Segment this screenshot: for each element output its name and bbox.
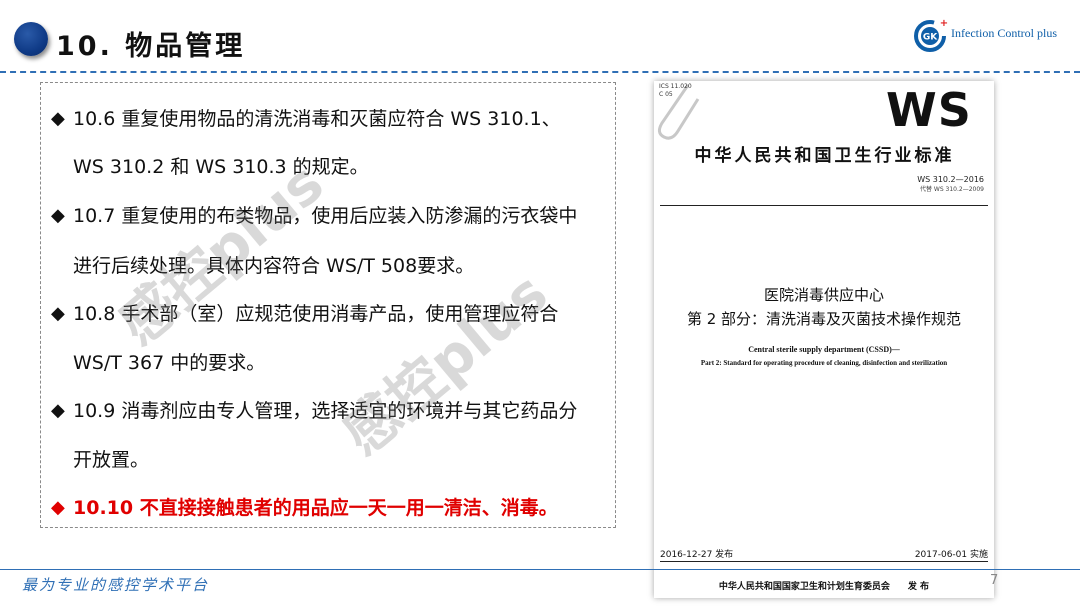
title-bullet-circle <box>14 22 48 56</box>
diamond-bullet-icon: ◆ <box>51 497 65 518</box>
bullet-line: 进行后续处理。具体内容符合 WS/T 508要求。 <box>73 255 475 277</box>
document-top-rule <box>660 205 988 206</box>
diamond-bullet-icon: ◆ <box>51 303 65 324</box>
footer-divider <box>0 569 1080 570</box>
page-title: 10. 物品管理 <box>56 31 246 62</box>
logo-mark-text: GK <box>923 33 938 43</box>
logo-text: Infection Control plus <box>951 26 1057 40</box>
document-publisher: 中华人民共和国国家卫生和计划生育委员会 发 布 <box>718 582 930 592</box>
footer-slogan: 最为专业的感控学术平台 <box>22 576 210 594</box>
bullet-line: 10.6 重复使用物品的清洗消毒和灭菌应符合 WS 310.1、 <box>73 108 561 130</box>
diamond-bullet-icon: ◆ <box>51 108 65 129</box>
bullet-line: WS 310.2 和 WS 310.3 的规定。 <box>73 156 369 178</box>
bullet-line: 10.8 手术部（室）应规范使用消毒产品，使用管理应符合 <box>73 303 559 325</box>
gk-logo-icon: GK + <box>914 18 948 52</box>
diamond-bullet-icon: ◆ <box>51 400 65 421</box>
issue-date: 2016-12-27 发布 <box>660 550 734 560</box>
page-number: 7 <box>990 573 999 588</box>
document-title-en-2: Part 2: Standard for operating procedure… <box>700 359 948 367</box>
ics-number: ICS 11.020 <box>659 83 692 90</box>
document-title-cn-2: 第 2 部分：清洗消毒及灭菌技术操作规范 <box>686 310 962 328</box>
replaces-code: 代替 WS 310.2—2009 <box>919 186 984 193</box>
svg-text:+: + <box>940 18 948 29</box>
content-box: ◆ 10.6 重复使用物品的清洗消毒和灭菌应符合 WS 310.1、 WS 31… <box>40 82 616 528</box>
standard-category-title: 中华人民共和国卫生行业标准 <box>694 146 955 166</box>
bullet-line: 10.7 重复使用的布类物品，使用后应装入防渗漏的污衣袋中 <box>73 205 578 227</box>
ws-logo: WS <box>886 83 972 137</box>
diamond-bullet-icon: ◆ <box>51 205 65 226</box>
bullet-line-highlight: 10.10 不直接接触患者的用品应一天一用一清洁、消毒。 <box>73 497 558 519</box>
standard-code: WS 310.2—2016 <box>917 175 984 184</box>
ccs-number: C 05 <box>659 91 673 98</box>
document-bottom-rule <box>660 561 988 562</box>
infection-control-plus-logo: GK + Infection Control plus <box>914 16 1074 56</box>
ics-code: ICS 11.020 C 05 <box>659 83 692 99</box>
bullet-line: 10.9 消毒剂应由专人管理，选择适宜的环境并与其它药品分 <box>73 400 578 422</box>
implement-date: 2017-06-01 实施 <box>914 550 988 560</box>
document-title-en-1: Central sterile supply department (CSSD)… <box>748 345 900 354</box>
document-title-cn-1: 医院消毒供应中心 <box>763 286 884 304</box>
bullet-line: WS/T 367 中的要求。 <box>73 352 266 374</box>
header-divider <box>0 71 1080 73</box>
bullet-line: 开放置。 <box>73 449 150 471</box>
standard-number: WS 310.2—2016 代替 WS 310.2—2009 <box>917 175 984 195</box>
standard-document-cover: ICS 11.020 C 05 WS 中华人民共和国卫生行业标准 WS 310.… <box>654 81 994 598</box>
